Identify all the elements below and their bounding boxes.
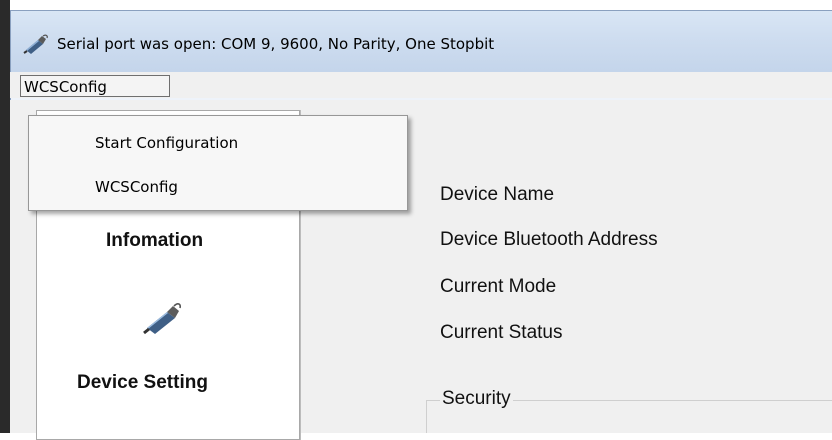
nav-item-information[interactable]: Infomation xyxy=(106,230,203,252)
device-bluetooth-address-label: Device Bluetooth Address xyxy=(440,229,658,250)
current-mode-label: Current Mode xyxy=(440,276,557,297)
security-group-title: Security xyxy=(440,388,513,410)
wcsconfig-dropdown-menu: Start Configuration WCSConfig xyxy=(28,115,408,211)
window-title: Serial port was open: COM 9, 9600, No Pa… xyxy=(57,35,495,53)
device-name-label: Device Name xyxy=(440,184,555,205)
usb-adapter-icon[interactable] xyxy=(143,300,183,336)
nav-item-device-setting[interactable]: Device Setting xyxy=(77,372,208,394)
security-group-border-left xyxy=(426,400,427,433)
menu-item-start-configuration[interactable]: Start Configuration xyxy=(95,134,238,152)
menu-item-wcsconfig[interactable]: WCSConfig xyxy=(95,178,178,196)
menu-wcsconfig[interactable]: WCSConfig xyxy=(20,75,170,97)
usb-adapter-icon xyxy=(23,34,48,54)
background-strip xyxy=(0,0,10,433)
current-status-label: Current Status xyxy=(440,322,563,343)
title-bar: Serial port was open: COM 9, 9600, No Pa… xyxy=(11,11,832,79)
